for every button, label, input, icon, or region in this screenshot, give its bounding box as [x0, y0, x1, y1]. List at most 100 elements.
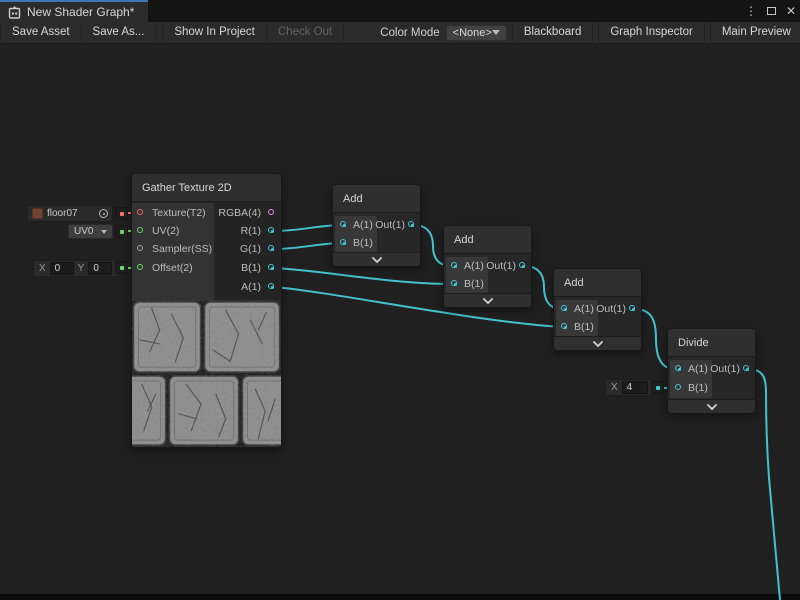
show-in-project-button[interactable]: Show In Project: [162, 22, 267, 44]
document-tab[interactable]: New Shader Graph*: [0, 0, 148, 22]
node-title: Divide: [668, 329, 755, 357]
shader-graph-icon: [8, 6, 21, 19]
collapse-toggle[interactable]: [444, 293, 531, 307]
node-add-3[interactable]: Add A(1) B(1) Out(1): [553, 268, 642, 350]
port-a-in[interactable]: [675, 365, 681, 371]
offset-y-input[interactable]: 0: [88, 262, 112, 275]
x-label: X: [39, 263, 46, 274]
node-title: Add: [554, 269, 641, 297]
port-label: A(1): [574, 303, 594, 315]
texture-object-field[interactable]: floor07: [27, 205, 113, 222]
texture-name: floor07: [47, 208, 78, 219]
port-sampler-in[interactable]: [137, 245, 143, 251]
port-label: R(1): [241, 225, 261, 237]
port-b-in[interactable]: [451, 280, 457, 286]
divide-b-default-widget: X 4: [605, 379, 654, 396]
port-label: B(1): [464, 278, 484, 290]
texture-port-stub[interactable]: [115, 207, 128, 220]
port-label: Out(1): [710, 363, 740, 375]
port-out[interactable]: [629, 305, 635, 311]
port-label: B(1): [353, 237, 373, 249]
node-divide[interactable]: Divide A(1) B(1) Out(1): [667, 328, 756, 412]
port-b-out[interactable]: [268, 264, 274, 270]
port-label: B(1): [688, 382, 708, 394]
node-title: Gather Texture 2D: [132, 174, 281, 202]
offset-default-widget: X 0 Y 0: [33, 260, 118, 277]
port-offset-in[interactable]: [137, 264, 143, 270]
port-out[interactable]: [519, 262, 525, 268]
port-label: B(1): [241, 262, 261, 274]
chevron-down-icon: [492, 30, 500, 35]
port-b-in[interactable]: [340, 239, 346, 245]
uv-default-widget: UV0: [68, 224, 113, 239]
port-out[interactable]: [743, 365, 749, 371]
port-r-out[interactable]: [268, 227, 274, 233]
port-label: Texture(T2): [152, 207, 206, 219]
port-label: A(1): [688, 363, 708, 375]
port-a-in[interactable]: [340, 221, 346, 227]
tab-title: New Shader Graph*: [27, 5, 134, 19]
chevron-down-icon: [372, 257, 382, 263]
port-label: RGBA(4): [218, 207, 261, 219]
offset-x-input[interactable]: 0: [50, 262, 74, 275]
divide-b-field: X 4: [605, 379, 654, 396]
collapse-toggle[interactable]: [333, 252, 420, 266]
node-add-2[interactable]: Add A(1) B(1) Out(1): [443, 225, 532, 307]
texture-default-widget: floor07: [27, 205, 113, 222]
bottom-strip: [0, 594, 800, 600]
shader-graph-window: New Shader Graph* ⋮ ✕ Save Asset Save As…: [0, 0, 800, 600]
port-label: Out(1): [486, 260, 516, 272]
uv-channel-dropdown[interactable]: UV0: [68, 224, 113, 239]
maximize-icon[interactable]: [767, 7, 776, 15]
port-uv-in[interactable]: [137, 227, 143, 233]
chevron-down-icon: [483, 298, 493, 304]
port-rgba-out[interactable]: [268, 209, 274, 215]
blackboard-button[interactable]: Blackboard: [512, 22, 594, 44]
port-a-in[interactable]: [561, 305, 567, 311]
offset-port-stub[interactable]: [115, 261, 128, 274]
port-b-in[interactable]: [675, 384, 681, 390]
port-label: Out(1): [596, 303, 626, 315]
graph-inspector-button[interactable]: Graph Inspector: [598, 22, 704, 44]
window-tab-bar: New Shader Graph* ⋮ ✕: [0, 0, 800, 22]
color-mode-dropdown[interactable]: <None>: [446, 25, 507, 41]
port-label: UV(2): [152, 225, 179, 237]
collapse-toggle[interactable]: [668, 399, 755, 413]
graph-canvas[interactable]: [0, 44, 800, 594]
toolbar-right-group: Blackboard Graph Inspector Main Preview: [507, 22, 800, 44]
object-picker-icon[interactable]: [99, 209, 108, 218]
divide-b-port-stub[interactable]: [651, 381, 664, 394]
collapse-toggle[interactable]: [554, 336, 641, 350]
port-a-out[interactable]: [268, 283, 274, 289]
check-out-button[interactable]: Check Out: [267, 22, 344, 44]
node-gather-texture-2d[interactable]: Gather Texture 2D Texture(T2) UV(2) Samp…: [131, 173, 282, 448]
node-title: Add: [444, 226, 531, 254]
node-title: Add: [333, 185, 420, 213]
port-label: A(1): [353, 219, 373, 231]
close-icon[interactable]: ✕: [786, 0, 796, 22]
texture-swatch: [32, 208, 43, 219]
node-add-1[interactable]: Add A(1) B(1) Out(1): [332, 184, 421, 266]
port-label: G(1): [240, 243, 261, 255]
more-options-icon[interactable]: ⋮: [745, 0, 757, 22]
divide-b-input[interactable]: 4: [622, 381, 648, 394]
main-preview-button[interactable]: Main Preview: [710, 22, 800, 44]
save-asset-button[interactable]: Save Asset: [0, 22, 82, 44]
port-label: B(1): [574, 321, 594, 333]
port-g-out[interactable]: [268, 245, 274, 251]
chevron-down-icon: [707, 404, 717, 410]
port-label: A(1): [241, 281, 261, 293]
x-label: X: [611, 382, 618, 393]
color-mode-label: Color Mode: [374, 27, 445, 39]
port-b-in[interactable]: [561, 323, 567, 329]
window-controls: ⋮ ✕: [745, 0, 796, 22]
port-a-in[interactable]: [451, 262, 457, 268]
port-label: Offset(2): [152, 262, 193, 274]
uv-port-stub[interactable]: [115, 225, 128, 238]
uv-channel-value: UV0: [74, 226, 93, 237]
chevron-down-icon: [101, 230, 107, 234]
save-as-button[interactable]: Save As...: [82, 22, 157, 44]
port-texture-in[interactable]: [137, 209, 143, 215]
port-out[interactable]: [408, 221, 414, 227]
offset-vector-field: X 0 Y 0: [33, 260, 118, 277]
